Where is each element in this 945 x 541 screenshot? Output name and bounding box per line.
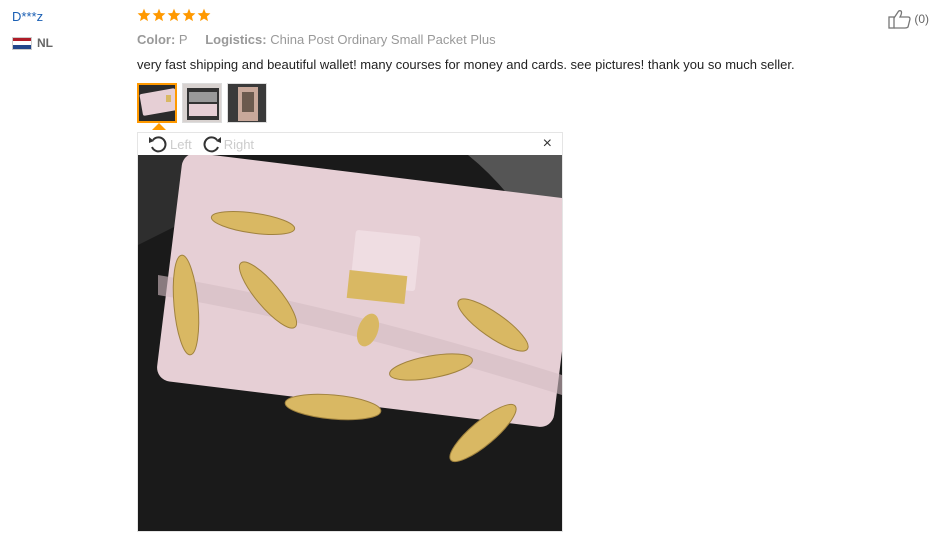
photo-thumbnail[interactable] <box>137 83 177 123</box>
helpful-button[interactable]: (0) <box>888 9 929 29</box>
star-icon <box>197 8 211 22</box>
rotate-left-label: Left <box>170 136 192 152</box>
star-icon <box>167 8 181 22</box>
close-viewer-button[interactable]: × <box>543 135 552 153</box>
rotate-left-icon <box>149 136 167 153</box>
thumbs-up-icon <box>888 10 911 29</box>
review-photo-thumbnails <box>137 83 267 123</box>
photo-thumbnail[interactable] <box>227 83 267 123</box>
review-text: very fast shipping and beautiful wallet!… <box>137 57 795 72</box>
reviewer-name: D***z <box>12 9 44 24</box>
star-icon <box>182 8 196 22</box>
country-code: NL <box>37 36 53 50</box>
logistics-label: Logistics: <box>205 32 267 47</box>
review-photo <box>138 155 562 531</box>
star-icon <box>152 8 166 22</box>
star-icon <box>137 8 151 22</box>
order-meta: Color: P Logistics: China Post Ordinary … <box>137 32 496 47</box>
photo-viewer: Left Right × <box>137 132 563 532</box>
rotate-right-icon <box>203 136 221 153</box>
rotate-left-button[interactable]: Left <box>148 135 192 153</box>
netherlands-flag-icon <box>12 36 32 50</box>
rotate-right-button[interactable]: Right <box>202 135 254 153</box>
star-rating <box>137 8 211 22</box>
rotate-right-label: Right <box>223 136 255 152</box>
logistics-value: China Post Ordinary Small Packet Plus <box>270 32 496 47</box>
thumbnail-pointer-icon <box>152 123 166 130</box>
helpful-count: (0) <box>914 12 929 26</box>
reviewer-country: NL <box>12 36 53 50</box>
color-value: P <box>178 32 188 47</box>
photo-thumbnail[interactable] <box>182 83 222 123</box>
color-label: Color: <box>137 32 176 47</box>
viewer-toolbar: Left Right × <box>138 133 562 155</box>
